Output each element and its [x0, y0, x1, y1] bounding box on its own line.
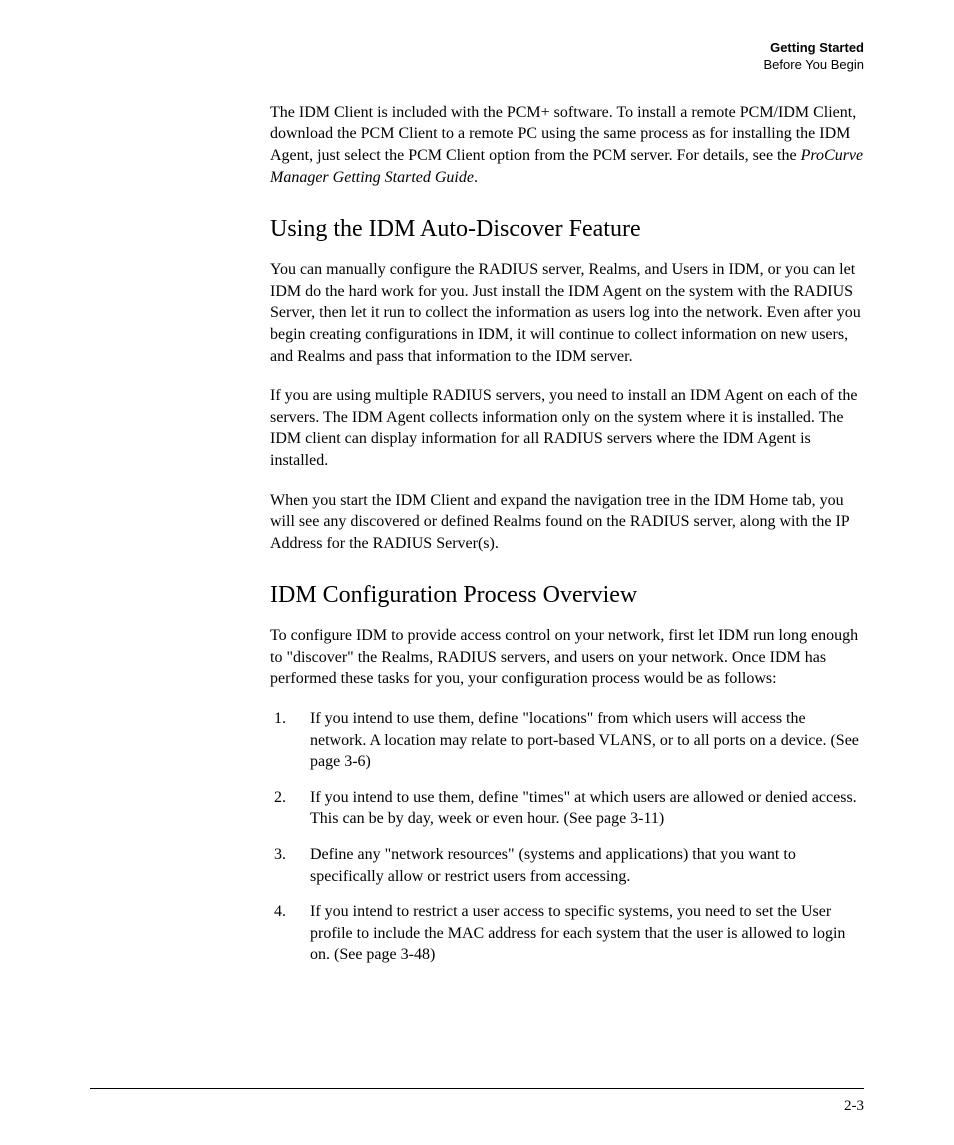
footer-rule [90, 1088, 864, 1089]
section1-p1: You can manually configure the RADIUS se… [270, 259, 864, 367]
section1-p2: If you are using multiple RADIUS servers… [270, 385, 864, 471]
section-heading-auto-discover: Using the IDM Auto-Discover Feature [270, 216, 864, 243]
page-header: Getting Started Before You Begin [270, 40, 864, 74]
list-item: If you intend to use them, define "locat… [270, 708, 864, 773]
header-title: Getting Started [270, 40, 864, 57]
document-page: Getting Started Before You Begin The IDM… [0, 0, 954, 1145]
list-item: If you intend to restrict a user access … [270, 901, 864, 966]
section-heading-config-overview: IDM Configuration Process Overview [270, 582, 864, 609]
list-item: If you intend to use them, define "times… [270, 787, 864, 830]
list-item: Define any "network resources" (systems … [270, 844, 864, 887]
page-number: 2-3 [844, 1098, 864, 1115]
section2-intro: To configure IDM to provide access contr… [270, 625, 864, 690]
intro-paragraph: The IDM Client is included with the PCM+… [270, 102, 864, 188]
intro-text-post: . [474, 169, 478, 186]
intro-text-pre: The IDM Client is included with the PCM+… [270, 104, 856, 164]
header-subtitle: Before You Begin [270, 57, 864, 74]
section1-p3: When you start the IDM Client and expand… [270, 490, 864, 555]
config-steps-list: If you intend to use them, define "locat… [270, 708, 864, 966]
